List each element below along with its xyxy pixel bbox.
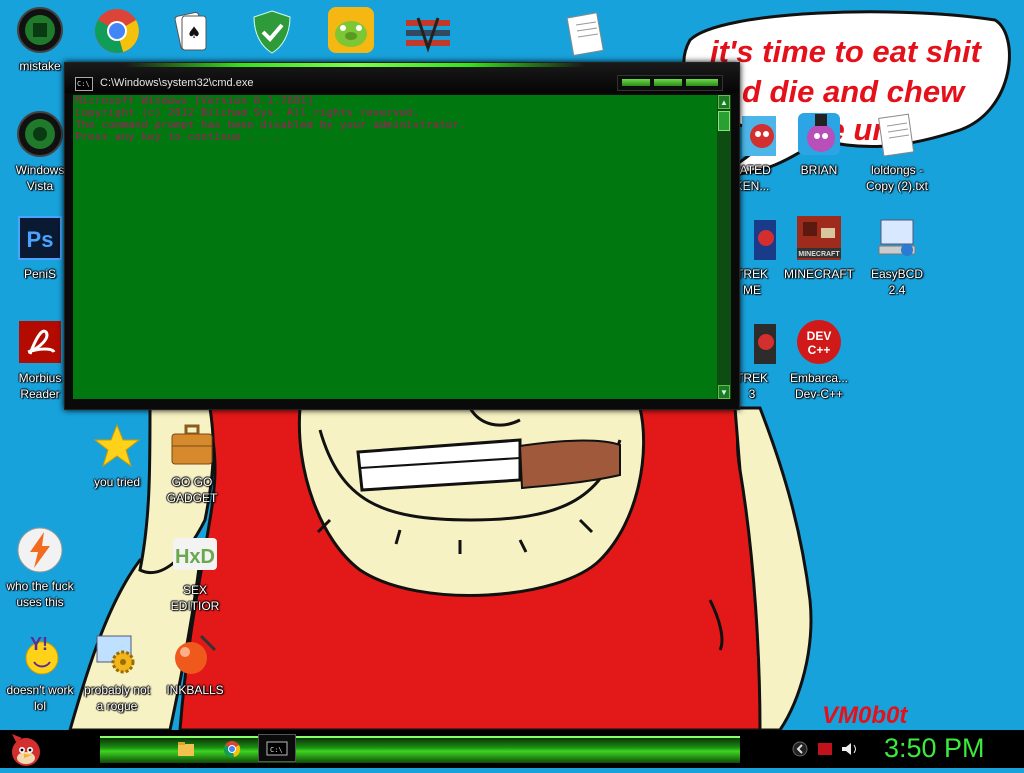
svg-text:Y!: Y!	[30, 634, 48, 654]
desktop-icon-brian[interactable]: BRIAN	[779, 110, 859, 178]
easybcd-icon	[873, 214, 921, 262]
window-title: C:\Windows\system32\cmd.exe	[100, 77, 254, 89]
close-button[interactable]	[686, 79, 718, 86]
desktop-icon-who-uses-this[interactable]: who the fuck uses this	[0, 526, 80, 610]
flag-icon[interactable]	[818, 743, 832, 755]
start-button[interactable]	[6, 730, 46, 768]
svg-text:MINECRAFT: MINECRAFT	[798, 251, 840, 258]
console-output[interactable]: Microsoft Windows [Version 6.1.7601] Cop…	[73, 95, 717, 399]
taskbar	[0, 730, 1024, 768]
cmd-icon: C:\	[75, 77, 93, 91]
security-shield-icon[interactable]	[248, 7, 296, 55]
briefcase-icon	[168, 422, 216, 470]
bubble-text-line-2: d die and chew	[742, 74, 965, 109]
desktop-icon-label: probably not a rogue	[83, 683, 151, 713]
taskbar-cmd-button[interactable]: C:\	[258, 734, 296, 762]
photoshop-icon: Ps	[16, 214, 64, 262]
desktop-icon-label: doesn't work lol	[6, 683, 74, 713]
yahoo-messenger-icon: Y!	[16, 630, 64, 678]
document-icon[interactable]	[562, 9, 610, 57]
desktop-icon-probably-not-a-rogue[interactable]: probably not a rogue	[77, 630, 157, 714]
vertical-scrollbar[interactable]: ▲ ▼	[717, 95, 731, 399]
chrome-icon[interactable]	[93, 7, 141, 55]
system-tray	[790, 737, 870, 761]
desktop-icon-go-go-gadget[interactable]: GO GO GADGET	[152, 422, 232, 506]
bad-piggies-icon[interactable]	[327, 6, 375, 54]
svg-text:Ps: Ps	[27, 227, 54, 252]
desktop-icon-label: BRIAN	[800, 163, 838, 177]
desktop-icon-you-tried[interactable]: you tried	[77, 422, 157, 490]
folder-icon	[178, 742, 194, 756]
star-icon	[93, 422, 141, 470]
maximize-button[interactable]	[654, 79, 682, 86]
desktop: it's time to eat shit d die and chew ble…	[0, 0, 1024, 730]
console-line: Press any key to continue . . .	[75, 130, 281, 143]
scroll-down-icon[interactable]: ▼	[718, 385, 730, 399]
cmd-icon: C:\	[266, 741, 288, 756]
desktop-icon-label: GO GO GADGET	[166, 475, 218, 505]
cmd-window[interactable]: C:\ C:\Windows\system32\cmd.exe Microsof…	[64, 62, 740, 410]
scroll-up-icon[interactable]: ▲	[718, 95, 730, 109]
svg-text:HxD: HxD	[175, 546, 215, 568]
desktop-icon-doesnt-work[interactable]: Y! doesn't work lol	[0, 630, 80, 714]
green-orb-icon	[16, 6, 64, 54]
desktop-icon-label: EasyBCD 2.4	[870, 267, 923, 297]
chrome-icon	[223, 741, 241, 758]
desktop-icon-loldongs-txt[interactable]: loldongs - Copy (2).txt	[857, 110, 937, 194]
minimize-button[interactable]	[622, 79, 650, 86]
inkball-icon	[171, 630, 219, 678]
svg-text:C++: C++	[808, 343, 831, 357]
desktop-icon-label: Embarca... Dev-C++	[789, 371, 849, 401]
devcpp-icon: DEV C++	[795, 318, 843, 366]
window-controls	[617, 75, 723, 91]
back-icon[interactable]	[792, 741, 808, 757]
desktop-icon-sex-editior[interactable]: HxD SEX EDITIOR	[155, 530, 235, 614]
taskbar-chrome-button[interactable]	[218, 736, 246, 762]
angry-bird-start-icon	[12, 734, 40, 766]
hex-editor-icon: HxD	[171, 530, 219, 578]
gear-monitor-icon	[93, 630, 141, 678]
angry-birds-rio-icon	[795, 110, 843, 158]
scroll-thumb[interactable]	[718, 111, 730, 131]
desktop-icon-label: loldongs - Copy (2).txt	[865, 163, 928, 193]
desktop-icon-easybcd[interactable]: EasyBCD 2.4	[857, 214, 937, 298]
svg-text:C:\: C:\	[270, 746, 283, 754]
desktop-icon-label: MINECRAFT	[784, 267, 854, 281]
lightning-icon	[16, 526, 64, 574]
titlebar-glow	[125, 63, 585, 67]
text-file-icon	[873, 110, 921, 158]
watermark-text: VM0b0t	[822, 702, 908, 729]
pdf-reader-icon	[16, 318, 64, 366]
svg-text:DEV: DEV	[807, 329, 832, 343]
desktop-icon-inkballs[interactable]: INKBALLS	[155, 630, 235, 698]
green-orb-icon	[16, 110, 64, 158]
logo-icon[interactable]	[404, 10, 452, 58]
volume-icon[interactable]	[842, 743, 856, 755]
desktop-icon-label: who the fuck uses this	[6, 579, 74, 609]
desktop-icon-label: INKBALLS	[166, 683, 224, 697]
bubble-text-line-1: it's time to eat shit	[710, 34, 981, 69]
desktop-icon-minecraft[interactable]: MINECRAFT MINECRAFT	[779, 214, 859, 282]
taskbar-explorer-button[interactable]	[172, 736, 200, 762]
svg-text:♠: ♠	[187, 23, 201, 42]
minecraft-icon: MINECRAFT	[795, 214, 843, 262]
taskbar-clock[interactable]: 3:50 PM	[884, 733, 985, 764]
solitaire-icon[interactable]: ♠	[166, 8, 214, 56]
desktop-icon-label: SEX EDITIOR	[170, 583, 220, 613]
desktop-icon-label: you tried	[93, 475, 141, 489]
desktop-icon-dev-cpp[interactable]: DEV C++ Embarca... Dev-C++	[779, 318, 859, 402]
